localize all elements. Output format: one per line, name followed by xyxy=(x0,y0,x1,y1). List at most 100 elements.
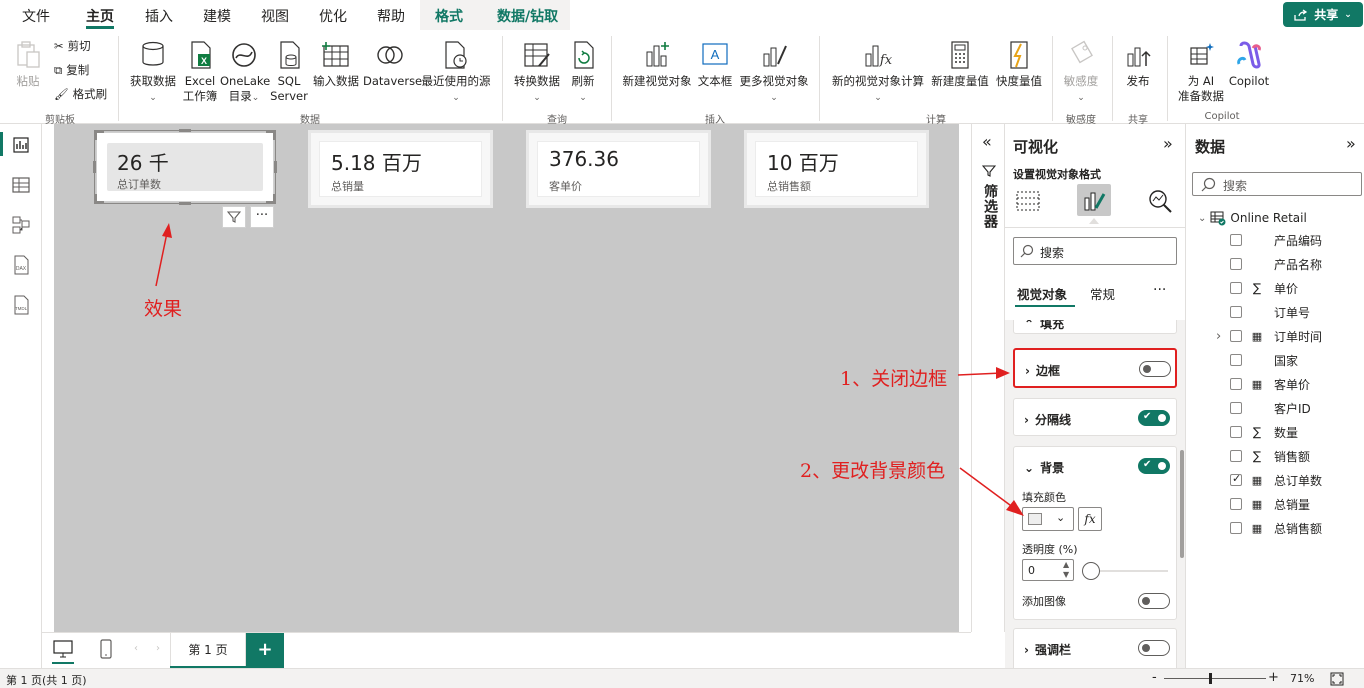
resize-handle[interactable] xyxy=(179,202,191,205)
dataverse-button[interactable]: Dataverse xyxy=(363,40,422,89)
resize-handle[interactable] xyxy=(266,194,276,204)
section-border[interactable]: › 边框 xyxy=(1013,348,1177,388)
tab-visual[interactable]: 视觉对象 xyxy=(1017,284,1067,303)
visual-more-options-button[interactable]: ··· xyxy=(250,206,274,228)
field-item[interactable]: 产品名称 xyxy=(1230,254,1322,274)
menu-view[interactable]: 视图 xyxy=(261,6,289,26)
copy-button[interactable]: ⧉ 复制 xyxy=(54,62,89,78)
more-visuals-button[interactable]: 更多视觉对象 ⌄ xyxy=(737,40,811,106)
next-page-icon[interactable]: › xyxy=(156,643,160,654)
field-checkbox[interactable] xyxy=(1230,498,1242,510)
chevron-right-icon[interactable]: › xyxy=(1216,329,1221,344)
field-item[interactable]: ∑ 单价 xyxy=(1230,278,1298,298)
prepare-data-ai-button[interactable]: 为 AI 准备数据 xyxy=(1174,40,1228,104)
resize-handle[interactable] xyxy=(93,161,96,173)
divider-toggle[interactable]: ✔ xyxy=(1138,410,1170,426)
viz-search-input[interactable]: 搜索 xyxy=(1013,237,1177,265)
publish-button[interactable]: 发布 xyxy=(1120,40,1156,89)
report-view-icon[interactable] xyxy=(10,134,32,156)
enter-data-button[interactable]: 输入数据 xyxy=(310,40,362,89)
menu-help[interactable]: 帮助 xyxy=(377,6,405,26)
fit-to-page-icon[interactable] xyxy=(1330,672,1344,686)
card-visual-total-sales[interactable]: 10 百万 总销售额 xyxy=(744,130,929,208)
section-divider[interactable]: › 分隔线 ✔ xyxy=(1013,398,1177,436)
border-toggle[interactable] xyxy=(1139,361,1171,377)
textbox-button[interactable]: A 文本框 xyxy=(695,40,735,89)
zoom-in-button[interactable]: + xyxy=(1268,670,1279,685)
cut-button[interactable]: ✂ 剪切 xyxy=(54,38,91,54)
viz-more-options[interactable]: ··· xyxy=(1153,282,1166,298)
dax-query-view-icon[interactable]: DAX xyxy=(10,254,32,276)
visual-filter-button[interactable] xyxy=(222,206,246,228)
field-checkbox[interactable] xyxy=(1230,258,1242,270)
paste-button[interactable]: 粘贴 xyxy=(10,40,46,89)
resize-handle[interactable] xyxy=(94,130,104,140)
field-checkbox[interactable] xyxy=(1230,282,1242,294)
fill-color-picker[interactable]: ⌄ xyxy=(1022,507,1074,531)
resize-handle[interactable] xyxy=(274,161,277,173)
menu-file[interactable]: 文件 xyxy=(22,6,50,26)
fx-conditional-format-button[interactable]: fx xyxy=(1078,507,1102,531)
section-background[interactable]: ⌄ 背景 ✔ 填充颜色 ⌄ fx 透明度 (%) 0 ▲ ▼ 添加图像 xyxy=(1013,446,1177,620)
add-image-toggle[interactable] xyxy=(1138,593,1170,609)
menu-data-drill[interactable]: 数据/钻取 xyxy=(497,6,558,26)
transparency-slider-thumb[interactable] xyxy=(1082,562,1100,580)
new-measure-button[interactable]: 新建度量值 xyxy=(928,40,992,89)
desktop-layout-icon[interactable] xyxy=(52,639,74,659)
build-visual-icon[interactable] xyxy=(1015,188,1043,214)
field-item[interactable]: 国家 xyxy=(1230,350,1298,370)
tab-general[interactable]: 常规 xyxy=(1090,284,1115,303)
menu-home[interactable]: 主页 xyxy=(86,6,114,26)
transform-data-button[interactable]: 转换数据 ⌄ xyxy=(510,40,564,106)
add-page-button[interactable]: + xyxy=(246,633,284,669)
resize-handle[interactable] xyxy=(266,130,276,140)
page-tab-1[interactable]: 第 1 页 xyxy=(170,633,246,669)
format-painter-button[interactable]: 🖌 格式刷 xyxy=(54,86,107,102)
excel-button[interactable]: X Excel 工作簿 xyxy=(181,40,219,104)
field-item[interactable]: ▦ 总销量 xyxy=(1230,494,1310,514)
zoom-slider-thumb[interactable] xyxy=(1209,673,1212,684)
scrollbar-thumb[interactable] xyxy=(1180,450,1184,558)
field-item[interactable]: 客户ID xyxy=(1230,398,1311,418)
transparency-input[interactable]: 0 ▲ ▼ xyxy=(1022,559,1074,581)
card-visual-total-orders[interactable]: 26 千 总订单数 xyxy=(96,132,274,202)
resize-handle[interactable] xyxy=(179,129,191,132)
field-checkbox[interactable] xyxy=(1230,354,1242,366)
field-checkbox[interactable] xyxy=(1230,378,1242,390)
field-checkbox[interactable] xyxy=(1230,450,1242,462)
onelake-button[interactable]: OneLake 目录⌄ xyxy=(220,40,270,106)
spinner-icon[interactable]: ▲ ▼ xyxy=(1063,560,1069,580)
field-checkbox[interactable] xyxy=(1230,426,1242,438)
field-item[interactable]: ▦ 总订单数 xyxy=(1230,470,1322,490)
card-visual-avg-order-value[interactable]: 376.36 客单价 xyxy=(526,130,711,208)
refresh-button[interactable]: 刷新 ⌄ xyxy=(566,40,600,106)
field-item[interactable]: ▦ 总销售额 xyxy=(1230,518,1322,538)
quick-measure-button[interactable]: 快度量值 xyxy=(993,40,1045,89)
mobile-layout-icon[interactable] xyxy=(98,638,114,660)
new-visual-calc-button[interactable]: fx 新的视觉对象计算 ⌄ xyxy=(829,40,927,106)
background-toggle[interactable]: ✔ xyxy=(1138,458,1170,474)
field-checkbox[interactable] xyxy=(1230,402,1242,414)
accent-toggle[interactable] xyxy=(1138,640,1170,656)
field-item[interactable]: ∑ 数量 xyxy=(1230,422,1298,442)
tmdl-view-icon[interactable]: TMDL xyxy=(10,294,32,316)
field-item[interactable]: ∑ 销售额 xyxy=(1230,446,1310,466)
menu-format[interactable]: 格式 xyxy=(435,6,463,26)
sensitivity-button[interactable]: 敏感度 ⌄ xyxy=(1058,40,1104,106)
field-item[interactable]: 产品编码 xyxy=(1230,230,1322,250)
prev-page-icon[interactable]: ‹ xyxy=(134,643,138,654)
field-item[interactable]: ▦ 客单价 xyxy=(1230,374,1310,394)
zoom-slider-track[interactable] xyxy=(1164,678,1266,679)
share-button[interactable]: 共享 ⌄ xyxy=(1283,2,1363,27)
resize-handle[interactable] xyxy=(94,194,104,204)
collapse-viz-pane-icon[interactable]: » xyxy=(1163,134,1173,153)
field-checkbox[interactable] xyxy=(1230,472,1242,486)
menu-insert[interactable]: 插入 xyxy=(145,6,173,26)
field-item[interactable]: 订单号 xyxy=(1230,302,1310,322)
model-view-icon[interactable] xyxy=(10,214,32,236)
report-page[interactable]: 26 千 总订单数 ··· 5.18 百万 总销量 376.36 客单价 10 … xyxy=(54,124,959,632)
section-accent-bar[interactable]: › 强调栏 xyxy=(1013,628,1177,668)
analytics-icon[interactable] xyxy=(1147,188,1173,214)
section-fill[interactable]: ⌃ 填充 xyxy=(1013,320,1177,334)
card-visual-total-quantity[interactable]: 5.18 百万 总销量 xyxy=(308,130,493,208)
